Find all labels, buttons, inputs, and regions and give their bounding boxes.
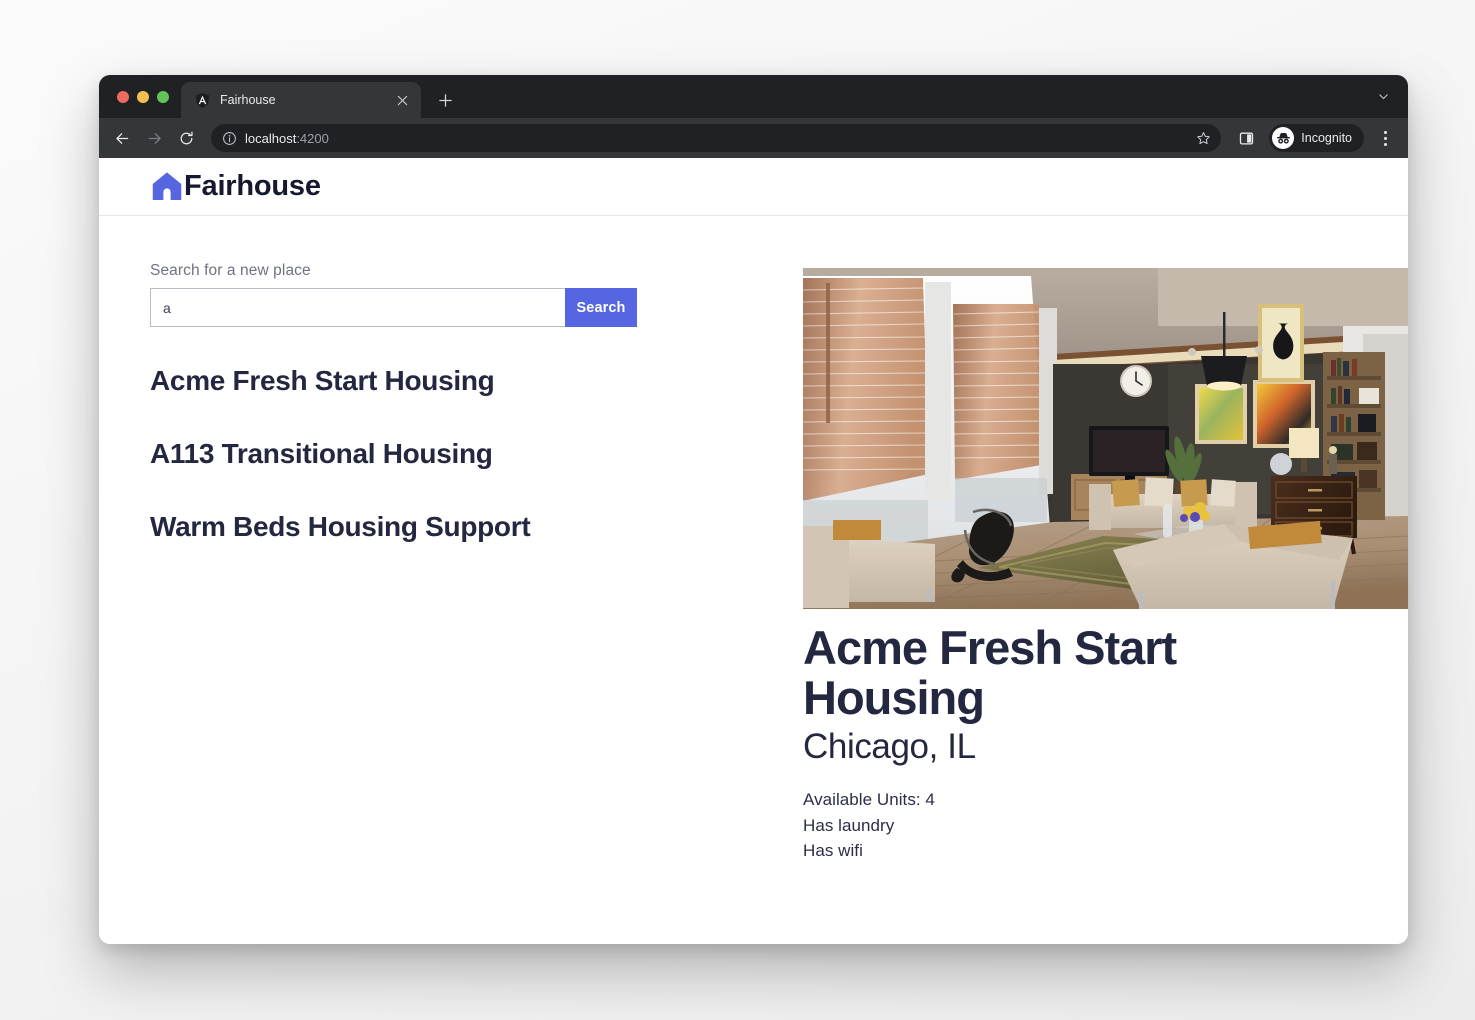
list-item[interactable]: Warm Beds Housing Support — [150, 511, 755, 543]
app-header: Fairhouse — [99, 158, 1408, 216]
close-icon-glyph — [397, 95, 408, 105]
side-panel-icon[interactable] — [1233, 125, 1259, 151]
incognito-icon-glyph — [1276, 132, 1290, 144]
plus-icon — [438, 93, 452, 107]
housing-results-list: Acme Fresh Start Housing A113 Transition… — [150, 365, 755, 544]
address-bar[interactable]: localhost:4200 — [211, 124, 1222, 152]
angular-shield-icon — [195, 92, 210, 108]
brand-name: Fairhouse — [184, 170, 321, 202]
house-logo-icon — [152, 171, 182, 200]
incognito-icon — [1272, 127, 1295, 149]
listing-title: Acme Fresh Start Housing — [803, 621, 1177, 725]
menu-dot — [1383, 136, 1387, 140]
minimize-window-button[interactable] — [137, 90, 149, 103]
star-icon-glyph — [1197, 131, 1210, 144]
incognito-indicator[interactable]: Incognito — [1269, 124, 1364, 152]
window-traffic-lights — [111, 75, 179, 118]
desktop-background: Fairhouse localhost:4200 Incognito Fairh… — [0, 0, 1475, 1020]
main-content: Search for a new place Search Acme Fresh… — [99, 216, 1408, 864]
info-circle-icon[interactable] — [222, 131, 237, 146]
star-icon[interactable] — [1193, 128, 1213, 148]
maximize-window-button[interactable] — [157, 90, 169, 103]
chevron-down-icon-glyph — [1378, 93, 1388, 99]
arrow-left-icon — [115, 132, 128, 144]
incognito-label: Incognito — [1301, 131, 1352, 145]
listing-fact-units: Available Units: 4 — [803, 790, 935, 810]
listing-fact-wifi: Has wifi — [803, 841, 863, 861]
reload-button[interactable] — [171, 123, 201, 153]
close-window-button[interactable] — [117, 90, 129, 103]
back-button[interactable] — [107, 123, 137, 153]
browser-tab-strip: Fairhouse — [99, 75, 1408, 118]
living-room-photo — [803, 268, 1408, 609]
brand-home-link[interactable]: Fairhouse — [150, 169, 321, 205]
search-row: Search — [150, 288, 637, 327]
search-input[interactable] — [150, 288, 565, 327]
listing-detail-panel: Acme Fresh Start Housing Chicago, IL Ava… — [755, 262, 1408, 864]
new-tab-button[interactable] — [431, 86, 459, 114]
close-icon[interactable] — [394, 92, 411, 109]
browser-toolbar: localhost:4200 Incognito — [99, 118, 1408, 158]
list-item[interactable]: A113 Transitional Housing — [150, 438, 755, 470]
kebab-menu-icon[interactable] — [1372, 125, 1398, 151]
listing-fact-laundry: Has laundry — [803, 815, 895, 835]
menu-dot — [1383, 130, 1387, 134]
forward-button[interactable] — [139, 123, 169, 153]
arrow-right-icon — [148, 132, 161, 144]
url-host: localhost — [245, 130, 297, 146]
search-label: Search for a new place — [150, 262, 311, 279]
chevron-down-icon[interactable] — [1372, 85, 1394, 107]
reload-icon — [180, 131, 193, 144]
listing-location: Chicago, IL — [803, 726, 976, 766]
address-bar-url: localhost:4200 — [245, 131, 1185, 146]
browser-tab[interactable]: Fairhouse — [181, 82, 421, 118]
side-panel-icon-glyph — [1239, 131, 1253, 144]
menu-dot — [1383, 142, 1387, 146]
page-viewport: Fairhouse Search for a new place Search … — [99, 158, 1408, 944]
search-button[interactable]: Search — [565, 288, 637, 327]
browser-window: Fairhouse localhost:4200 Incognito Fairh… — [99, 75, 1408, 944]
list-item[interactable]: Acme Fresh Start Housing — [150, 365, 755, 397]
listing-facts: Available Units: 4 Has laundry Has wifi — [803, 787, 1408, 864]
browser-tab-title: Fairhouse — [220, 93, 276, 107]
url-port: :4200 — [296, 130, 329, 146]
search-column: Search for a new place Search Acme Fresh… — [150, 262, 755, 544]
